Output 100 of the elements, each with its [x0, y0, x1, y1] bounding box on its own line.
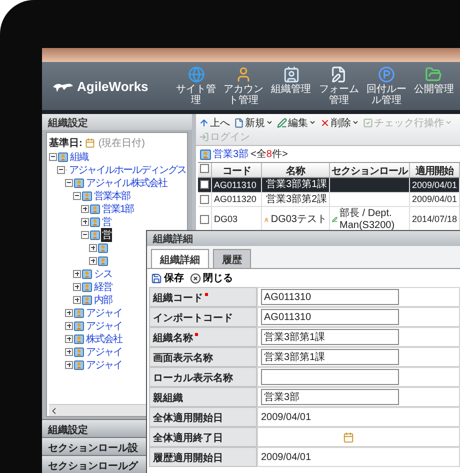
- column-header[interactable]: コード: [212, 163, 262, 178]
- table-cell: 2009/04/01: [410, 192, 460, 207]
- tree-item[interactable]: アジャイル株式会社: [85, 176, 168, 190]
- tree-item[interactable]: 営業1部: [101, 202, 135, 216]
- caret-icon: [266, 119, 273, 126]
- row-checkbox[interactable]: [200, 180, 209, 190]
- folder-icon: [425, 66, 442, 83]
- input-field[interactable]: AG011310: [261, 309, 399, 325]
- expand-toggle[interactable]: [65, 322, 73, 330]
- globe-icon: [188, 66, 204, 83]
- expand-toggle[interactable]: [73, 270, 81, 278]
- breadcrumb-link[interactable]: 営業3部: [213, 147, 249, 161]
- expand-toggle[interactable]: [65, 308, 73, 316]
- pen-icon: [277, 118, 287, 128]
- pen-icon: [332, 215, 338, 224]
- close-icon: [320, 118, 330, 128]
- checkbox-icon: [363, 118, 373, 128]
- field-label: 組織名称: [153, 332, 193, 343]
- collapse-toggle[interactable]: [49, 152, 57, 160]
- expand-toggle[interactable]: [73, 282, 81, 290]
- dialog-title: 組織詳細: [147, 231, 460, 246]
- expand-toggle[interactable]: [89, 256, 97, 264]
- nav-item[interactable]: 組織管理: [269, 66, 314, 106]
- nav-item[interactable]: サイト管理: [174, 66, 218, 106]
- expand-toggle[interactable]: [65, 334, 73, 342]
- row-checkbox[interactable]: [200, 215, 209, 224]
- nav-item[interactable]: アカウント管理: [222, 66, 266, 106]
- field-label: 画面表示名称: [153, 352, 213, 363]
- file-icon: [234, 118, 244, 128]
- select-all-checkbox[interactable]: [200, 164, 209, 173]
- save-button[interactable]: 保存: [151, 271, 184, 285]
- collapse-toggle[interactable]: [73, 192, 81, 200]
- table-cell: 2009/04/01: [410, 178, 460, 192]
- tree-item[interactable]: 営: [101, 214, 112, 228]
- caret-icon: [445, 119, 452, 126]
- expand-toggle[interactable]: [73, 296, 81, 304]
- collapse-toggle[interactable]: [65, 178, 73, 186]
- login-icon: [199, 132, 209, 142]
- tree-item[interactable]: アジャイ: [85, 344, 123, 358]
- nav-item[interactable]: 回付ルール管理: [364, 66, 408, 106]
- collapse-toggle[interactable]: [57, 166, 65, 174]
- tree-item[interactable]: 内部: [93, 292, 113, 306]
- tree-item[interactable]: アジャイ: [85, 306, 123, 320]
- table-cell: AG011310: [212, 178, 262, 192]
- toolbar-button[interactable]: 編集: [277, 116, 316, 129]
- caret-icon: [309, 119, 316, 126]
- tree-item[interactable]: アジャイ: [85, 318, 123, 332]
- field-value: 2009/04/01: [261, 452, 312, 462]
- nav-item[interactable]: フォーム管理: [316, 66, 361, 106]
- tree-item[interactable]: 営業本部: [93, 188, 131, 202]
- panel-title: 組織設定: [42, 114, 192, 130]
- tree-item[interactable]: 経営: [93, 280, 113, 294]
- field-value: 2009/04/01: [261, 412, 312, 422]
- input-field[interactable]: AG011310: [261, 289, 399, 305]
- circled-p-icon: [378, 66, 395, 83]
- tab[interactable]: 組織詳細: [151, 249, 209, 268]
- table-cell: 営業3部第2課: [262, 192, 330, 207]
- tree-item[interactable]: アジャイルホールディングス: [68, 162, 187, 176]
- nav-item[interactable]: 公開管理: [412, 66, 456, 106]
- expand-toggle[interactable]: [65, 348, 73, 356]
- field-label: 親組織: [153, 392, 183, 403]
- contact-card-icon: [282, 66, 300, 83]
- expand-toggle[interactable]: [65, 360, 73, 368]
- app-logo: AgileWorks: [77, 78, 148, 94]
- table-cell: AG011320: [212, 192, 262, 207]
- record-count: <全8件>: [250, 148, 288, 161]
- tree-item[interactable]: 株式会社: [85, 332, 123, 346]
- column-header[interactable]: 適用開始: [410, 163, 460, 178]
- field-label: ローカル表示名称: [153, 372, 233, 383]
- input-field[interactable]: 営業3部第1課: [261, 329, 399, 345]
- tree-item[interactable]: シス: [93, 266, 113, 280]
- column-header[interactable]: 名称: [262, 163, 330, 178]
- close-icon: [190, 272, 201, 284]
- caret-icon: [352, 119, 359, 126]
- toolbar-button[interactable]: 削除: [320, 116, 359, 129]
- field-label: インポートコード: [153, 312, 233, 323]
- save-icon: [151, 272, 162, 284]
- toolbar-button[interactable]: 新規: [234, 116, 273, 129]
- expand-toggle[interactable]: [81, 218, 89, 226]
- table-cell: 営業3部第1課: [262, 178, 330, 192]
- tree-item[interactable]: 営: [101, 228, 112, 242]
- field-label: 組織コード: [153, 292, 203, 303]
- expand-toggle[interactable]: [89, 244, 97, 252]
- input-field[interactable]: 営業3部: [261, 389, 399, 405]
- close-button[interactable]: 閉じる: [190, 271, 233, 285]
- row-checkbox[interactable]: [200, 194, 209, 204]
- calendar-icon[interactable]: [85, 138, 96, 148]
- collapse-toggle[interactable]: [81, 230, 89, 238]
- calendar-icon[interactable]: [343, 432, 354, 442]
- column-header[interactable]: セクションロール: [330, 163, 410, 178]
- input-field[interactable]: 営業3部第1課: [261, 349, 399, 365]
- input-field[interactable]: [261, 369, 399, 385]
- toolbar-button[interactable]: 上へ: [199, 116, 230, 129]
- tab[interactable]: 履歴: [213, 249, 251, 268]
- table-row[interactable]: [198, 178, 212, 192]
- expand-toggle[interactable]: [81, 204, 89, 212]
- tree-item[interactable]: アジャイ: [85, 358, 123, 372]
- form-edit-icon: [330, 66, 348, 83]
- tree-item[interactable]: 組織: [69, 150, 89, 164]
- base-date-label: 基準日:: [49, 136, 82, 150]
